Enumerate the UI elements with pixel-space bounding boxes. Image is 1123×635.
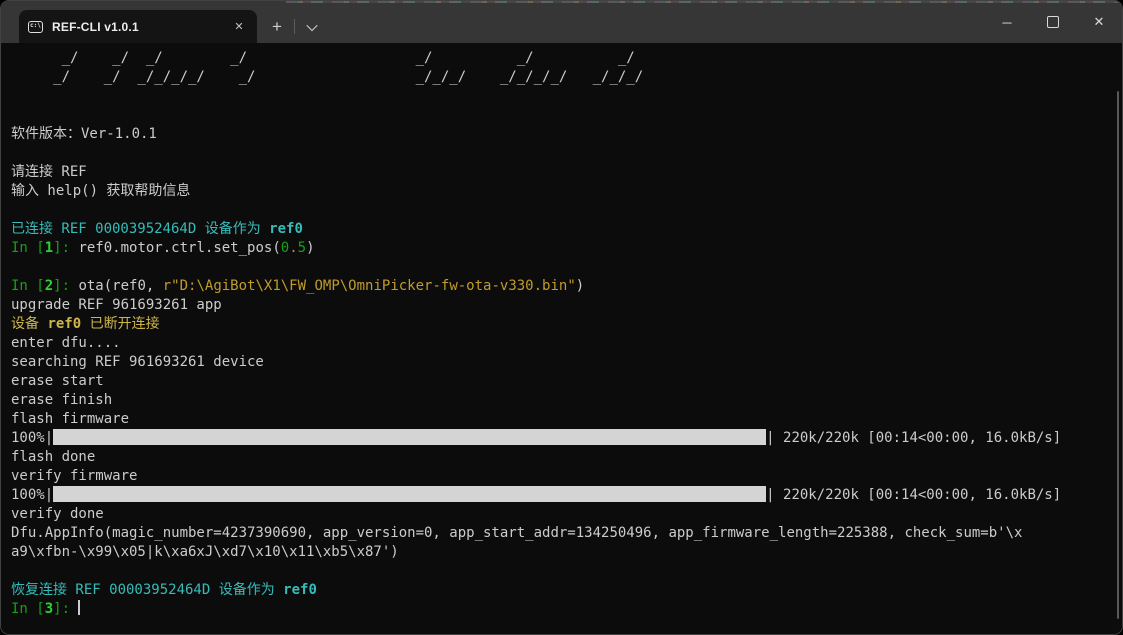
cmd-icon: c:\ bbox=[28, 21, 43, 33]
progress-bar-fill bbox=[53, 486, 766, 502]
terminal-line: verify firmware bbox=[11, 467, 1122, 486]
terminal-cursor bbox=[78, 600, 80, 615]
maximize-button[interactable] bbox=[1030, 1, 1076, 43]
tab-dropdown-button[interactable] bbox=[297, 10, 327, 43]
terminal-line bbox=[11, 106, 1122, 125]
terminal-line bbox=[11, 201, 1122, 220]
terminal-line: upgrade REF 961693261 app bbox=[11, 296, 1122, 315]
scrollbar[interactable] bbox=[1117, 91, 1119, 619]
terminal-line: 恢复连接 REF 00003952464D 设备作为 ref0 bbox=[11, 581, 1122, 600]
terminal-line bbox=[11, 562, 1122, 581]
terminal-line: _/ _/ _/_/_/_/ _/ _/_/_/ _/_/_/_/ _/_/_/ bbox=[11, 68, 1122, 87]
title-bar: c:\ REF-CLI v1.0.1 ✕ + ─ ✕ bbox=[1, 1, 1122, 43]
close-button[interactable]: ✕ bbox=[1076, 1, 1122, 43]
minimize-button[interactable]: ─ bbox=[984, 1, 1030, 43]
terminal-line: verify done bbox=[11, 505, 1122, 524]
terminal-line: erase start bbox=[11, 372, 1122, 391]
terminal-line: enter dfu.... bbox=[11, 334, 1122, 353]
terminal-line: flash done bbox=[11, 448, 1122, 467]
tab-ref-cli[interactable]: c:\ REF-CLI v1.0.1 ✕ bbox=[19, 10, 257, 43]
terminal-line bbox=[11, 144, 1122, 163]
tab-bar-separator bbox=[294, 19, 295, 34]
terminal-line: erase finish bbox=[11, 391, 1122, 410]
terminal-line: 请连接 REF bbox=[11, 163, 1122, 182]
tab-close-icon[interactable]: ✕ bbox=[229, 17, 249, 37]
terminal-line: flash firmware bbox=[11, 410, 1122, 429]
terminal-line: _/ _/ _/ _/ _/ _/ _/ bbox=[11, 49, 1122, 68]
terminal-line: Dfu.AppInfo(magic_number=4237390690, app… bbox=[11, 524, 1122, 543]
terminal-line: 100%|| 220k/220k [00:14<00:00, 16.0kB/s] bbox=[11, 429, 1122, 448]
terminal-output[interactable]: _/ _/ _/ _/ _/ _/ _/ _/ _/ _/_/_/_/ _/ _… bbox=[1, 43, 1122, 635]
terminal-line: searching REF 961693261 device bbox=[11, 353, 1122, 372]
terminal-line: In [2]: ota(ref0, r"D:\AgiBot\X1\FW_OMP\… bbox=[11, 277, 1122, 296]
terminal-line bbox=[11, 258, 1122, 277]
terminal-line: 输入 help() 获取帮助信息 bbox=[11, 182, 1122, 201]
terminal-line bbox=[11, 87, 1122, 106]
terminal-line: In [1]: ref0.motor.ctrl.set_pos(0.5) bbox=[11, 239, 1122, 258]
terminal-line: In [3]: bbox=[11, 600, 1122, 619]
terminal-line: a9\xfbn-\x99\x05|k\xa6xJ\xd7\x10\x11\xb5… bbox=[11, 543, 1122, 562]
terminal-window: c:\ REF-CLI v1.0.1 ✕ + ─ ✕ _/ _/ _/ _/ _… bbox=[0, 0, 1123, 635]
new-tab-button[interactable]: + bbox=[262, 10, 292, 43]
tab-title: REF-CLI v1.0.1 bbox=[52, 20, 139, 34]
terminal-line: 100%|| 220k/220k [00:14<00:00, 16.0kB/s] bbox=[11, 486, 1122, 505]
progress-bar-fill bbox=[53, 429, 766, 445]
chevron-down-icon bbox=[306, 19, 317, 30]
maximize-icon bbox=[1047, 16, 1059, 28]
terminal-line: 软件版本：Ver-1.0.1 bbox=[11, 125, 1122, 144]
terminal-line: 已连接 REF 00003952464D 设备作为 ref0 bbox=[11, 220, 1122, 239]
window-controls: ─ ✕ bbox=[984, 1, 1122, 43]
terminal-line: 设备 ref0 已断开连接 bbox=[11, 315, 1122, 334]
